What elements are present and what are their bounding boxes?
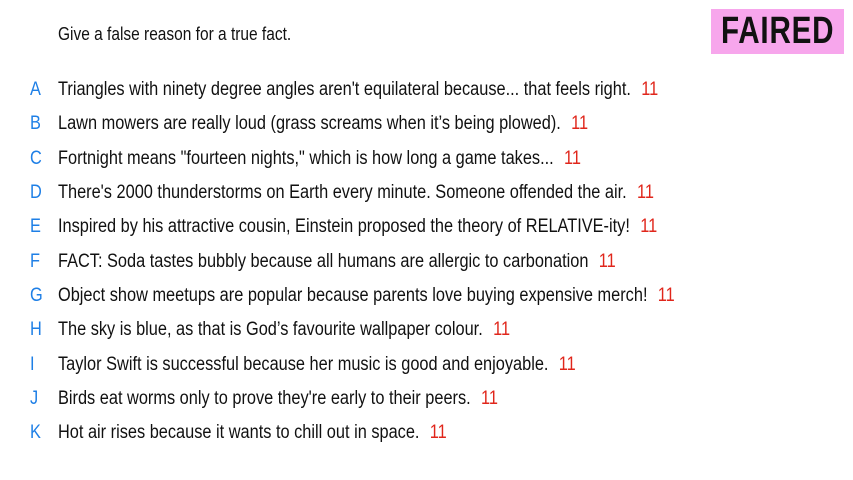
answer-score: 11 [598,250,616,272]
answer-row-b: B Lawn mowers are really loud (grass scr… [0,107,853,141]
answer-text: Inspired by his attractive cousin, Einst… [58,216,630,238]
answer-row-k: K Hot air rises because it wants to chil… [0,416,853,450]
answer-text: FACT: Soda tastes bubbly because all hum… [58,250,589,272]
answer-row-f: F FACT: Soda tastes bubbly because all h… [0,244,853,278]
answer-letter: K [30,422,41,444]
answer-row-j: J Birds eat worms only to prove they're … [0,382,853,416]
answer-content: Fortnight means "fourteen nights," which… [58,148,581,170]
answer-content: The sky is blue, as that is God’s favour… [58,319,510,341]
answer-text: There's 2000 thunderstorms on Earth ever… [58,182,627,204]
answer-text: Birds eat worms only to prove they're ea… [58,387,471,409]
answer-score: 11 [640,216,658,238]
answer-row-c: C Fortnight means "fourteen nights," whi… [0,142,853,176]
answer-content: Birds eat worms only to prove they're ea… [58,388,498,410]
answer-list: A Triangles with ninety degree angles ar… [0,73,853,450]
answer-content: Inspired by his attractive cousin, Einst… [58,216,657,238]
answer-letter: B [30,113,41,135]
answer-letter: E [30,216,41,238]
answer-letter: G [30,284,43,306]
answer-score: 11 [493,319,511,341]
answer-row-h: H The sky is blue, as that is God’s favo… [0,313,853,347]
answer-letter: C [30,147,42,169]
answer-text: Object show meetups are popular because … [58,284,648,306]
answer-row-i: I Taylor Swift is successful because her… [0,347,853,381]
answer-letter: A [30,79,41,101]
answer-letter: D [30,182,42,204]
faired-badge: FAIRED [711,9,844,54]
answer-letter: H [30,319,42,341]
answer-text: Triangles with ninety degree angles aren… [58,79,631,101]
answer-row-d: D There's 2000 thunderstorms on Earth ev… [0,176,853,210]
answer-content: FACT: Soda tastes bubbly because all hum… [58,251,616,273]
prompt-text: Give a false reason for a true fact. [58,24,292,44]
answer-text: Hot air rises because it wants to chill … [58,422,420,444]
badge-label: FAIRED [720,10,835,52]
answer-text: Lawn mowers are really loud (grass screa… [58,113,561,135]
answer-text: Fortnight means "fourteen nights," which… [58,147,554,169]
answer-content: Hot air rises because it wants to chill … [58,422,447,444]
answer-letter: I [30,353,35,375]
answer-text: Taylor Swift is successful because her m… [58,353,549,375]
answer-content: Taylor Swift is successful because her m… [58,354,576,376]
answer-content: Triangles with ninety degree angles aren… [58,79,658,101]
answer-content: Lawn mowers are really loud (grass screa… [58,113,588,135]
answer-letter: J [30,387,39,409]
answer-score: 11 [637,182,654,204]
answer-score: 11 [481,387,498,409]
answer-score: 11 [571,113,589,135]
answer-score: 11 [641,79,659,101]
answer-text: The sky is blue, as that is God’s favour… [58,319,483,341]
answer-score: 11 [564,147,582,169]
answer-row-e: E Inspired by his attractive cousin, Ein… [0,210,853,244]
answer-row-g: G Object show meetups are popular becaus… [0,279,853,313]
answer-score: 11 [657,284,675,306]
answer-content: There's 2000 thunderstorms on Earth ever… [58,182,654,204]
answer-row-a: A Triangles with ninety degree angles ar… [0,73,853,107]
answer-content: Object show meetups are popular because … [58,285,675,307]
answer-score: 11 [429,422,447,444]
answer-letter: F [30,250,40,272]
answer-score: 11 [558,353,576,375]
